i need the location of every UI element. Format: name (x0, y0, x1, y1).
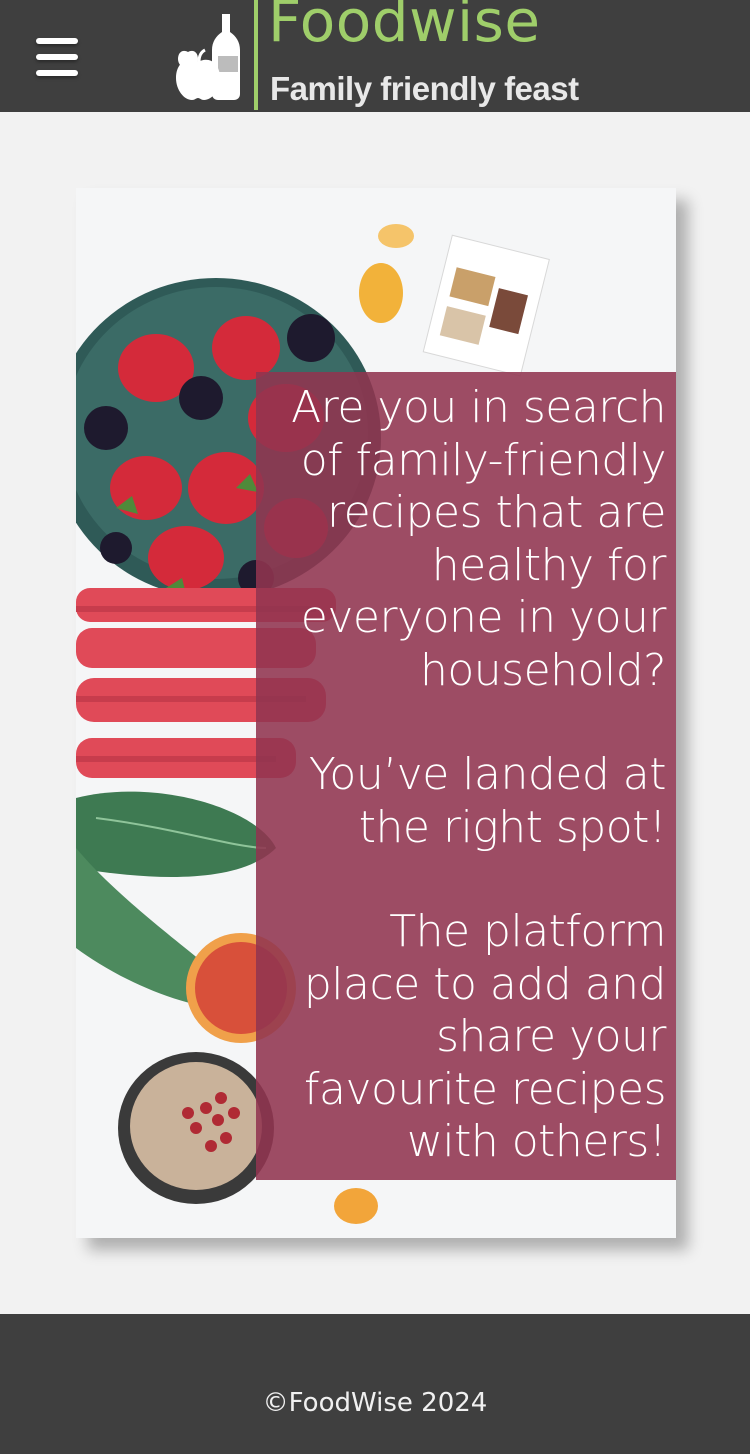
menu-bar (36, 70, 78, 76)
site-header: Foodwise Family friendly feast (0, 0, 750, 112)
menu-bar (36, 38, 78, 44)
hamburger-menu-icon[interactable] (36, 38, 78, 76)
logo-tagline: Family friendly feast (270, 70, 579, 107)
logo-title: Foodwise (268, 0, 541, 55)
menu-bar (36, 54, 78, 60)
hero-paragraph-landed: You’ve landed at the right spot! (308, 749, 667, 853)
site-logo[interactable]: Foodwise Family friendly feast (174, 0, 584, 112)
site-footer: ©FoodWise 2024 (0, 1314, 750, 1454)
hero-paragraph-platform: The platform place to add and share your… (303, 906, 667, 1167)
hero-intro-panel: Are you in search of family-friendly rec… (256, 372, 676, 1180)
footer-copyright: ©FoodWise 2024 (262, 1388, 488, 1418)
apple-and-bottle-icon (176, 14, 240, 100)
hero-paragraph-question: Are you in search of family-friendly rec… (291, 382, 666, 696)
hero-card: Are you in search of family-friendly rec… (76, 188, 676, 1238)
logo-divider (254, 0, 258, 110)
